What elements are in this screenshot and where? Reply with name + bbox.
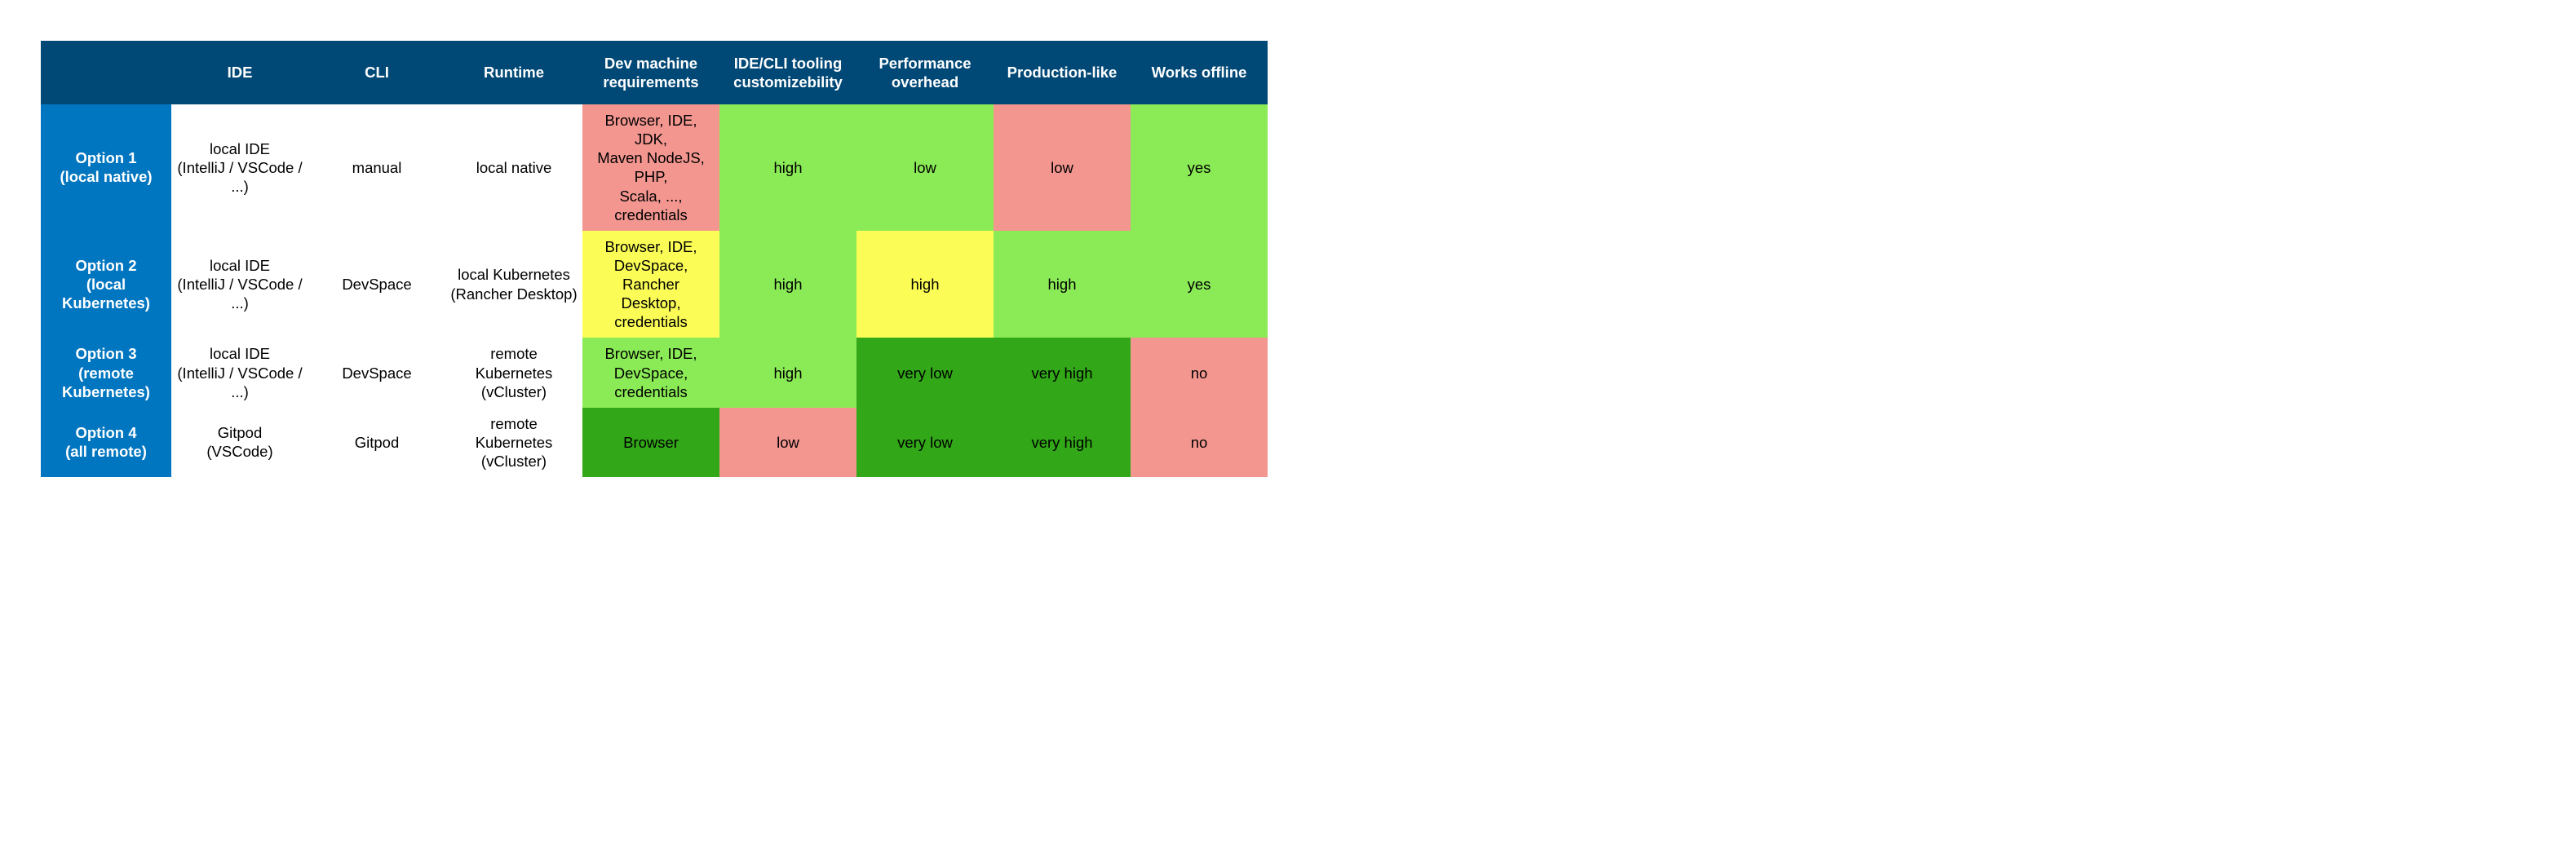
table-row: Option 1 (local native) local IDE (Intel…: [41, 104, 1268, 231]
text: Kubernetes): [46, 382, 166, 401]
text: credentials: [587, 382, 715, 401]
row-header-option-4: Option 4 (all remote): [41, 408, 171, 477]
text: remote Kubernetes: [450, 414, 578, 452]
text: (IntelliJ / VSCode / ...): [176, 275, 303, 312]
table-row: Option 4 (all remote) Gitpod (VSCode) Gi…: [41, 408, 1268, 477]
text: (VSCode): [176, 442, 303, 461]
text: Gitpod: [176, 423, 303, 442]
cell-customizability: high: [719, 104, 856, 231]
col-header-production-like: Production-like: [994, 41, 1131, 104]
text: Scala, ..., credentials: [587, 187, 715, 224]
col-header-requirements: Dev machine requirements: [582, 41, 719, 104]
text: Browser, IDE,: [587, 344, 715, 363]
cell-cli: DevSpace: [308, 231, 445, 338]
table-row: Option 2 (local Kubernetes) local IDE (I…: [41, 231, 1268, 338]
row-header-option-3: Option 3 (remote Kubernetes): [41, 338, 171, 407]
cell-performance: high: [856, 231, 994, 338]
cell-production-like: low: [994, 104, 1131, 231]
cell-ide: local IDE (IntelliJ / VSCode / ...): [171, 231, 308, 338]
comparison-table: IDE CLI Runtime Dev machine requirements…: [41, 41, 1268, 477]
col-header-cli: CLI: [308, 41, 445, 104]
col-header-runtime: Runtime: [445, 41, 582, 104]
cell-offline: no: [1131, 408, 1268, 477]
text: IDE/CLI tooling: [724, 54, 852, 73]
text: Performance: [861, 54, 989, 73]
cell-performance: low: [856, 104, 994, 231]
text: Dev machine: [587, 54, 715, 73]
text: (IntelliJ / VSCode / ...): [176, 158, 303, 196]
row-header-option-1: Option 1 (local native): [41, 104, 171, 231]
text: Browser, IDE,: [587, 237, 715, 256]
cell-requirements: Browser: [582, 408, 719, 477]
cell-cli: Gitpod: [308, 408, 445, 477]
cell-requirements: Browser, IDE, DevSpace, Rancher Desktop,…: [582, 231, 719, 338]
text: (all remote): [46, 442, 166, 461]
cell-cli: manual: [308, 104, 445, 231]
cell-requirements: Browser, IDE, DevSpace, credentials: [582, 338, 719, 407]
text: (Rancher Desktop): [450, 285, 578, 303]
col-header-works-offline: Works offline: [1131, 41, 1268, 104]
cell-production-like: high: [994, 231, 1131, 338]
col-header-customizability: IDE/CLI tooling customizebility: [719, 41, 856, 104]
table: IDE CLI Runtime Dev machine requirements…: [41, 41, 1268, 477]
text: customizebility: [724, 73, 852, 91]
text: local IDE: [176, 256, 303, 275]
table-header: IDE CLI Runtime Dev machine requirements…: [41, 41, 1268, 104]
text: Option 1: [46, 148, 166, 167]
col-header-performance: Performance overhead: [856, 41, 994, 104]
text: Option 4: [46, 423, 166, 442]
cell-customizability: high: [719, 338, 856, 407]
text: (vCluster): [450, 452, 578, 471]
text: requirements: [587, 73, 715, 91]
text: Option 2: [46, 256, 166, 275]
cell-customizability: high: [719, 231, 856, 338]
text: local Kubernetes: [450, 265, 578, 284]
table-row: Option 3 (remote Kubernetes) local IDE (…: [41, 338, 1268, 407]
col-header-ide: IDE: [171, 41, 308, 104]
cell-offline: yes: [1131, 104, 1268, 231]
cell-runtime: local native: [445, 104, 582, 231]
text: DevSpace,: [587, 364, 715, 382]
text: (vCluster): [450, 382, 578, 401]
cell-offline: no: [1131, 338, 1268, 407]
cell-performance: very low: [856, 408, 994, 477]
row-header-option-2: Option 2 (local Kubernetes): [41, 231, 171, 338]
text: local IDE: [176, 139, 303, 158]
cell-runtime: remote Kubernetes (vCluster): [445, 338, 582, 407]
col-header-blank: [41, 41, 171, 104]
cell-production-like: very high: [994, 408, 1131, 477]
cell-customizability: low: [719, 408, 856, 477]
text: Desktop, credentials: [587, 294, 715, 331]
text: (local Kubernetes): [46, 275, 166, 312]
cell-runtime: local Kubernetes (Rancher Desktop): [445, 231, 582, 338]
text: (remote: [46, 364, 166, 382]
cell-performance: very low: [856, 338, 994, 407]
cell-cli: DevSpace: [308, 338, 445, 407]
cell-ide: local IDE (IntelliJ / VSCode / ...): [171, 104, 308, 231]
text: Maven NodeJS, PHP,: [587, 148, 715, 186]
text: local IDE: [176, 344, 303, 363]
text: (IntelliJ / VSCode / ...): [176, 364, 303, 401]
cell-production-like: very high: [994, 338, 1131, 407]
cell-ide: local IDE (IntelliJ / VSCode / ...): [171, 338, 308, 407]
text: DevSpace, Rancher: [587, 256, 715, 294]
text: (local native): [46, 167, 166, 186]
cell-requirements: Browser, IDE, JDK, Maven NodeJS, PHP, Sc…: [582, 104, 719, 231]
text: overhead: [861, 73, 989, 91]
cell-ide: Gitpod (VSCode): [171, 408, 308, 477]
text: Option 3: [46, 344, 166, 363]
text: Browser, IDE, JDK,: [587, 111, 715, 148]
cell-offline: yes: [1131, 231, 1268, 338]
text: remote Kubernetes: [450, 344, 578, 382]
cell-runtime: remote Kubernetes (vCluster): [445, 408, 582, 477]
